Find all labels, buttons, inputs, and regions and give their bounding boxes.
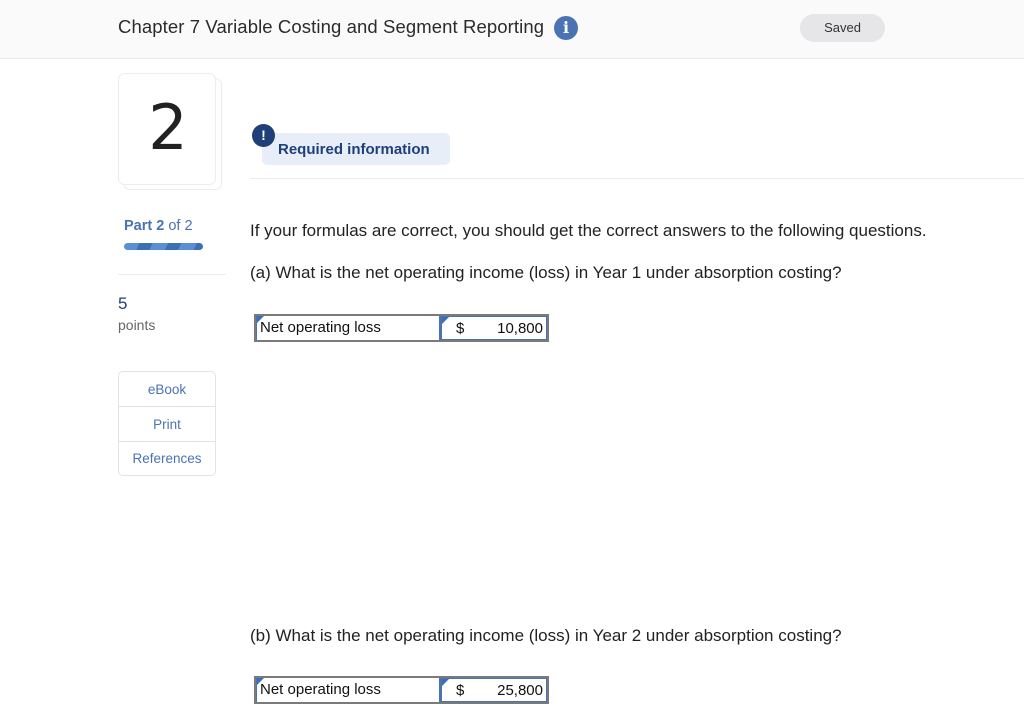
print-link[interactable]: Print	[119, 407, 215, 442]
answer-label-a: Net operating loss	[260, 319, 381, 336]
cell-flag-icon	[442, 679, 449, 686]
sidebar-divider	[118, 274, 226, 275]
required-information-banner[interactable]: Required information	[262, 133, 450, 165]
part-word: Part	[124, 218, 153, 234]
part-total: of 2	[168, 218, 193, 234]
cell-flag-icon	[257, 678, 264, 685]
answer-label-b: Net operating loss	[260, 681, 381, 698]
question-b-text: (b) What is the net operating income (lo…	[250, 626, 842, 645]
answer-row-a: Net operating loss $ 10,800	[254, 314, 549, 342]
info-icon[interactable]: i	[554, 16, 578, 40]
question-a-text: (a) What is the net operating income (lo…	[250, 263, 842, 282]
references-link[interactable]: References	[119, 442, 215, 475]
part-current: 2	[156, 218, 165, 234]
part-indicator: Part 2 of 2	[124, 218, 193, 234]
answer-amount-cell-a[interactable]: $ 10,800	[441, 316, 547, 340]
question-number: 2	[148, 91, 188, 164]
saved-status-badge: Saved	[800, 14, 885, 42]
points-value: 5	[118, 294, 128, 313]
cell-flag-icon	[257, 316, 264, 323]
answer-amount-b: 25,800	[497, 682, 543, 699]
currency-symbol-b: $	[456, 682, 465, 699]
answer-amount-a: 10,800	[497, 320, 543, 337]
chapter-title: Chapter 7 Variable Costing and Segment R…	[118, 16, 545, 37]
ebook-link[interactable]: eBook	[119, 372, 215, 407]
answer-amount-cell-b[interactable]: $ 25,800	[441, 678, 547, 702]
content-divider	[250, 178, 1024, 179]
points-label: points	[118, 317, 156, 333]
cell-flag-icon	[442, 317, 449, 324]
required-information-label: Required information	[278, 141, 430, 158]
answer-row-b: Net operating loss $ 25,800	[254, 676, 549, 704]
question-number-card: 2	[118, 73, 216, 185]
resources-menu: eBook Print References	[118, 371, 216, 476]
currency-symbol-a: $	[456, 320, 465, 337]
header-bar: Chapter 7 Variable Costing and Segment R…	[0, 0, 1024, 59]
answer-label-cell-b[interactable]: Net operating loss	[256, 678, 441, 702]
answer-label-cell-a[interactable]: Net operating loss	[256, 316, 441, 340]
alert-icon: !	[252, 124, 275, 147]
part-progress-bar	[124, 243, 203, 250]
intro-text: If your formulas are correct, you should…	[250, 221, 927, 240]
